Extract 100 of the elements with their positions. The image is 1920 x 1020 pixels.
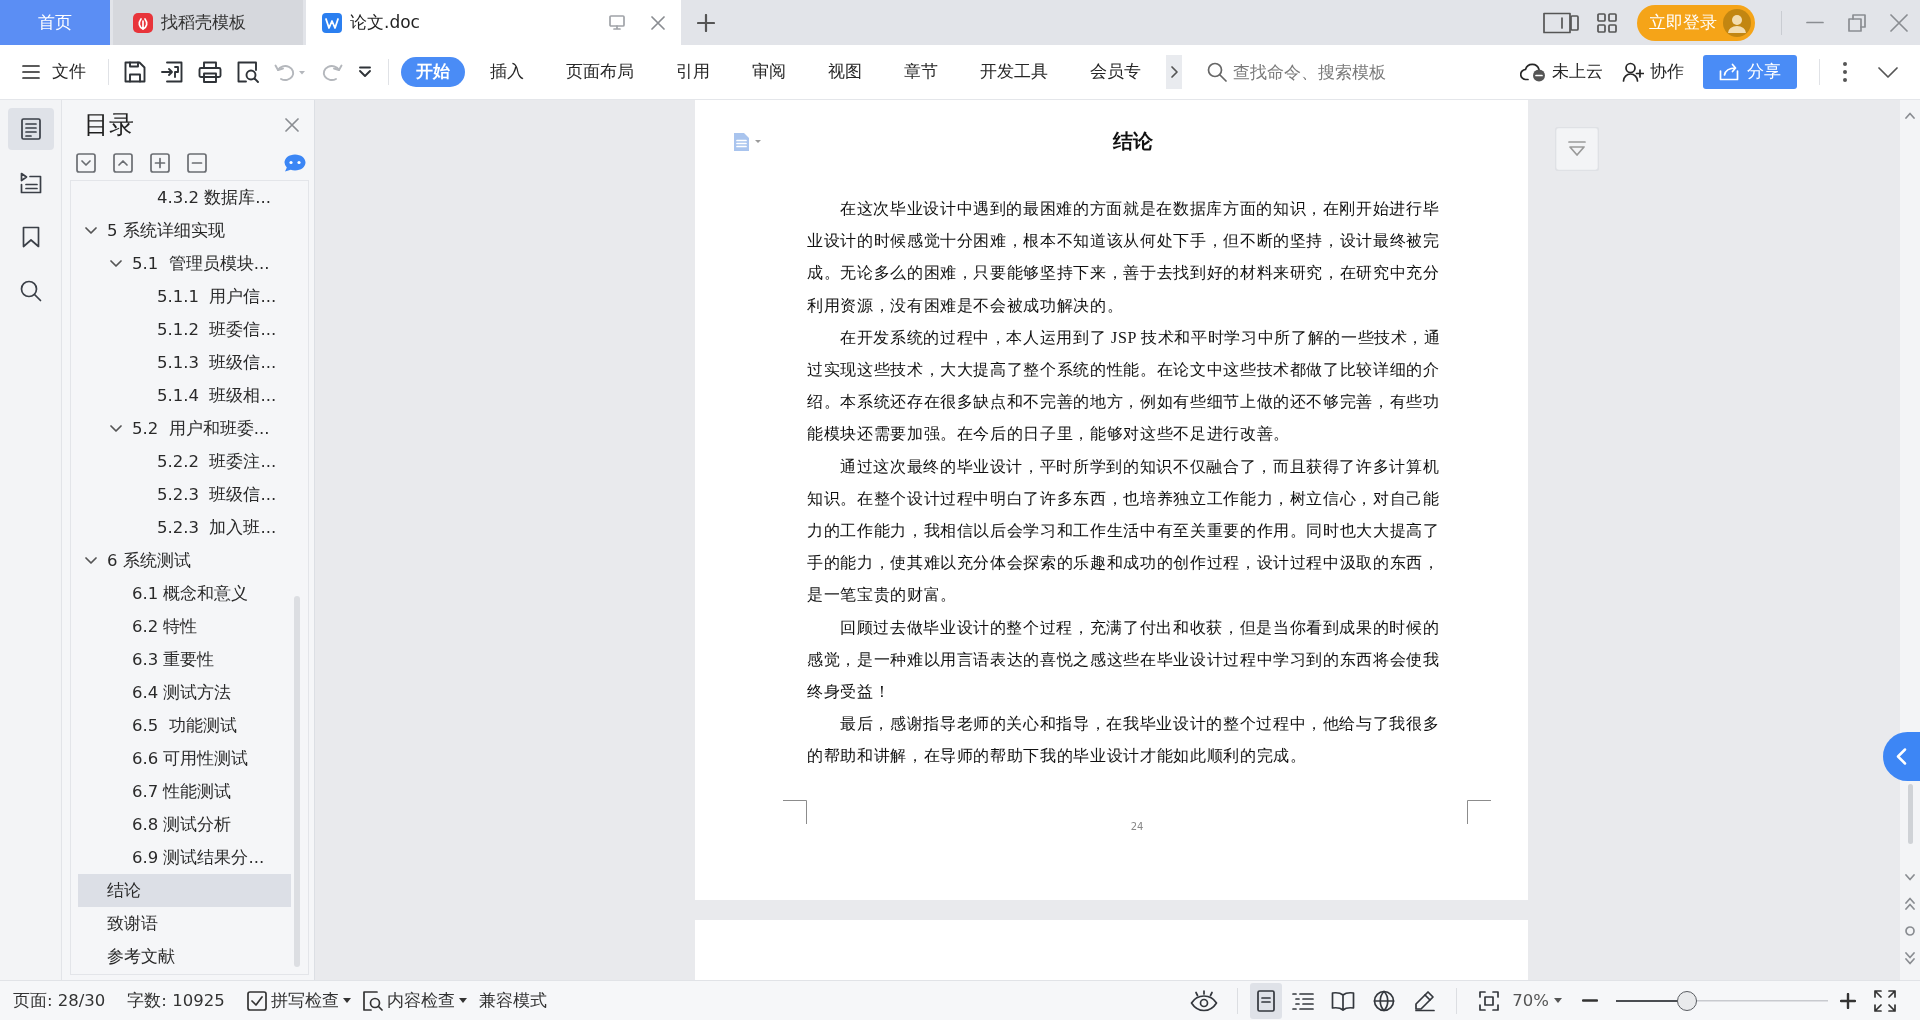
fullscreen-icon[interactable] [1874, 989, 1896, 1012]
more-options-icon[interactable] [1842, 61, 1848, 83]
outline-item[interactable]: 致谢语 [78, 907, 291, 940]
next-page-icon[interactable] [1905, 952, 1915, 965]
outline-item[interactable]: 5.1.4 班级相... [78, 379, 291, 412]
chevron-down-icon[interactable] [1878, 66, 1898, 78]
scrollbar-thumb[interactable] [294, 596, 300, 967]
slider-thumb[interactable] [1677, 990, 1698, 1011]
collaborate-button[interactable]: 协作 [1622, 55, 1684, 89]
ribbon-tab[interactable]: 页面布局 [549, 57, 651, 87]
paragraph: 通过这次最终的毕业设计，平时所学到的知识不仅融合了，而且获得了许多计算机知识。在整个设计过程中明白了许多东西，也培养独立工作能力，树立信心，对自己能力的工作能力，我相信以后会学习和工作生活中有至关重要的作用。同时也大大提高了手的能力，使其难以充分体会探索的乐趣和成功的创作过程，设计过程中汲取的东西，是一笔宝贵的财富。 [807, 456, 1441, 606]
zoom-in-icon[interactable] [1840, 992, 1856, 1009]
print-icon[interactable] [198, 61, 222, 83]
close-icon[interactable] [285, 118, 299, 132]
browse-object-icon[interactable] [1905, 926, 1915, 936]
zoom-out-icon[interactable] [1582, 999, 1598, 1002]
content-check-button[interactable]: 内容检查 [362, 989, 467, 1012]
outline-item[interactable]: 4.3.2 数据库... [78, 181, 291, 214]
page-view-button[interactable] [1250, 982, 1283, 1019]
caret-icon [342, 998, 351, 1003]
share-icon [1719, 63, 1739, 81]
outline-item[interactable]: 6.9 测试结果分... [78, 841, 291, 874]
outline-item[interactable]: 6.7 性能测试 [78, 775, 291, 808]
outline-item[interactable]: 5.2.3 加入班... [78, 511, 291, 544]
outline-item[interactable]: 6.6 可用性测试 [78, 742, 291, 775]
outline-item[interactable]: 5.2.3 班级信... [78, 478, 291, 511]
export-icon[interactable] [161, 61, 183, 83]
globe-icon [1373, 989, 1396, 1012]
fit-page-icon[interactable] [1479, 990, 1500, 1011]
compat-mode-label: 兼容模式 [478, 989, 547, 1012]
outline-item[interactable]: 6.8 测试分析 [78, 808, 291, 841]
document-app-icon [322, 12, 342, 33]
file-menu-button[interactable]: 文件 [22, 55, 86, 89]
outline-item[interactable]: 6.3 重要性 [78, 643, 291, 676]
outline-item[interactable]: 5.2 用户和班委... [78, 412, 291, 445]
cloud-sync-button[interactable]: 未上云 [1520, 55, 1603, 89]
outline-item[interactable]: 6.2 特性 [78, 610, 291, 643]
ribbon-tab[interactable]: 视图 [811, 57, 879, 87]
search-icon [19, 280, 42, 302]
ribbon-tab[interactable]: 章节 [887, 57, 955, 87]
minus-box-icon[interactable] [187, 153, 207, 173]
caret-icon [458, 998, 467, 1003]
search-field[interactable]: 查找命令、搜索模板 [1207, 55, 1413, 89]
new-tab-icon[interactable] [697, 13, 715, 32]
scrollbar-thumb[interactable] [1907, 784, 1913, 844]
eye-icon [1190, 989, 1219, 1012]
expand-all-icon[interactable] [113, 153, 133, 173]
page-view-icon [1257, 989, 1276, 1012]
outline-item[interactable]: 6.5 功能测试 [78, 709, 291, 742]
print-preview-icon[interactable] [237, 61, 259, 83]
menu-icon [22, 65, 40, 79]
chevron-down-icon[interactable] [85, 556, 97, 565]
scroll-down-icon[interactable] [1905, 874, 1915, 881]
assistant-icon[interactable] [284, 154, 306, 172]
reading-layout-icon[interactable] [1543, 11, 1579, 34]
save-icon[interactable] [124, 61, 146, 83]
paragraph: 最后，感谢指导老师的关心和指导，在我毕业设计的整个过程中，他给与了我很多的帮助和讲解，在导师的帮助下我的毕业设计才能如此顺利的完成。 [807, 714, 1441, 767]
chevron-left-icon[interactable] [1883, 732, 1920, 781]
ribbon-tab[interactable]: 引用 [659, 57, 727, 87]
apps-grid-icon[interactable] [1597, 12, 1617, 33]
outline-item[interactable]: 5.1 管理员模块... [78, 247, 291, 280]
scroll-up-icon[interactable] [1905, 112, 1915, 119]
paragraph: 在这次毕业设计中遇到的最困难的方面就是在数据库方面的知识，在刚开始进行毕业设计的时候感觉十分困难，根本不知道该从何处下手，但不断的坚持，设计最终被完成。无论多么的困难，只要能够坚持下来，善于去找到好的材料来研究，在研究中充分利用资源，没有困难是不会被成功解决的。 [807, 199, 1441, 316]
margin-corner-mark [1467, 799, 1491, 824]
outline-item[interactable]: 6.4 测试方法 [78, 676, 291, 709]
outline-item[interactable]: 5.1.3 班级信... [78, 346, 291, 379]
ribbon-tab[interactable]: 审阅 [735, 57, 803, 87]
ribbon-tab[interactable]: 插入 [473, 57, 541, 87]
template-tab[interactable]: 找稻壳模板 [113, 0, 303, 45]
previous-page-icon[interactable] [1905, 897, 1915, 910]
outline-item[interactable]: 6 系统测试 [78, 544, 291, 577]
outline-item[interactable]: 5.1.1 用户信... [78, 280, 291, 313]
outline-item[interactable]: 参考文献 [78, 940, 291, 973]
outline-item[interactable]: 6.1 概念和意义 [78, 577, 291, 610]
outline-item[interactable]: 5 系统详细实现 [78, 214, 291, 247]
window-close-icon[interactable] [1890, 13, 1908, 32]
close-icon[interactable] [651, 15, 665, 30]
spell-check-button[interactable]: 拼写检查 [246, 989, 351, 1012]
document-tab[interactable]: 论文.doc [306, 0, 681, 45]
outline-item[interactable]: 5.2.2 班委注... [78, 445, 291, 478]
chevron-down-icon[interactable] [110, 259, 122, 268]
collapse-all-icon[interactable] [76, 153, 96, 173]
document-heading: 结论 [1111, 128, 1154, 154]
word-count: 字数: 10925 [127, 989, 225, 1012]
checkbox-tick-icon [246, 990, 267, 1011]
outline-panel-button[interactable] [7, 108, 54, 150]
ribbon-tab[interactable]: 开发工具 [963, 57, 1065, 87]
cloud-icon [1520, 62, 1546, 82]
margin-corner-mark [783, 799, 807, 824]
plus-box-icon[interactable] [150, 153, 170, 173]
chevron-down-icon[interactable] [110, 424, 122, 433]
ribbon-tab[interactable]: 会员专 [1073, 57, 1158, 87]
chapter-nav-icon [19, 172, 42, 194]
chevron-down-icon[interactable] [85, 226, 97, 235]
outline-item[interactable]: 结论 [78, 874, 291, 907]
customize-icon[interactable] [358, 66, 372, 78]
avatar-icon [1723, 8, 1751, 37]
outline-item[interactable]: 5.1.2 班委信... [78, 313, 291, 346]
zoom-level-button[interactable]: 70% [1512, 991, 1562, 1010]
scroll-right-icon[interactable] [1166, 55, 1182, 89]
